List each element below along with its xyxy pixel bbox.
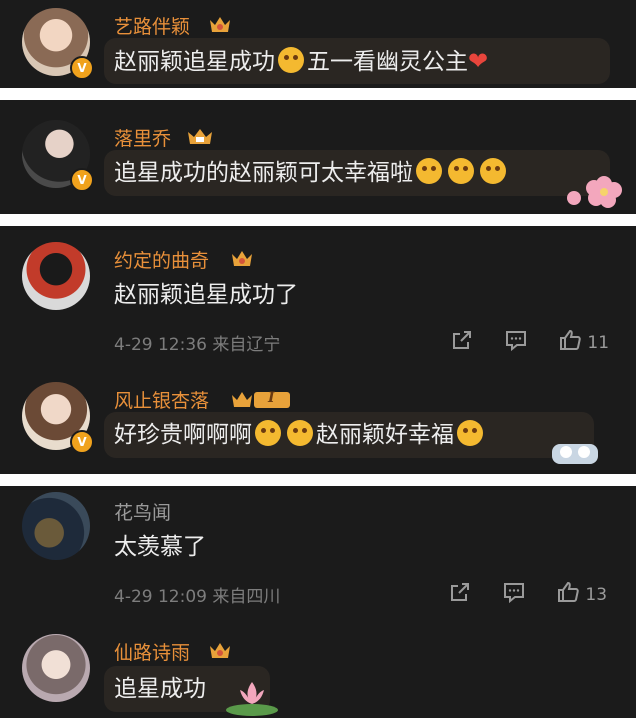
like-count: 13 [585,585,608,605]
comment-text-part: 好珍贵啊啊啊 [114,422,252,448]
sticker-decoration [552,444,598,464]
comment-panel-2: V 落里乔 追星成功的赵丽颖可太幸福啦 [0,100,636,214]
comment-text[interactable]: 赵丽颖追星成功了 [114,280,298,310]
username[interactable]: 花鸟闻 [114,498,171,525]
level-badge: I [268,390,275,406]
avatar[interactable] [22,634,90,702]
username[interactable]: 约定的曲奇 [114,246,209,273]
comment-text-part: 追星成功的赵丽颖可太幸福啦 [114,160,413,186]
like-count: 11 [587,333,610,353]
like-button[interactable]: 11 [558,328,609,353]
like-button[interactable]: 13 [556,580,607,605]
avatar[interactable] [22,492,90,560]
smiley-emoji [480,158,506,184]
comment-icon [506,331,526,352]
verified-icon: V [70,430,94,454]
share-button[interactable] [448,580,472,605]
avatar[interactable] [22,242,90,310]
crown-icon [232,251,252,266]
share-icon [453,331,471,349]
like-icon [560,329,581,350]
comment-icon [504,583,524,604]
heart-emoji: ❤ [468,47,489,75]
smiley-emoji [457,420,483,446]
comment-text[interactable]: 太羡慕了 [114,532,206,562]
username[interactable]: 仙路诗雨 [114,638,190,665]
smiley-emoji [255,420,281,446]
share-icon [451,583,469,601]
comment-button[interactable] [504,328,528,353]
flower-decoration [226,682,278,716]
comment-text-part: 赵丽颖追星成功 [114,49,275,75]
like-icon [558,581,579,602]
divider [0,88,640,100]
comment-button[interactable] [502,580,526,605]
comment-meta: 4-29 12:36 来自辽宁 [114,335,281,355]
divider [0,214,640,226]
smiley-emoji [278,47,304,73]
verified-icon: V [70,56,94,80]
comment-panel-1: V 艺路伴颖 赵丽颖追星成功 五一看幽灵公主❤ [0,0,636,88]
comment-text[interactable]: 追星成功的赵丽颖可太幸福啦 [114,158,509,188]
crown-icon [188,129,212,144]
crown-icon [210,17,230,32]
crown-icon [210,643,230,658]
comment-panel-3: 约定的曲奇 赵丽颖追星成功了 4-29 12:36 来自辽宁 11 V 风止银杏… [0,226,636,474]
comment-text[interactable]: 追星成功 [114,674,206,704]
username[interactable]: 风止银杏落 [114,386,209,413]
crown-icon [232,392,290,408]
comment-text[interactable]: 好珍贵啊啊啊 赵丽颖好幸福 [114,420,486,450]
username[interactable]: 艺路伴颖 [114,12,190,39]
comment-meta: 4-29 12:09 来自四川 [114,587,281,607]
flower-decoration [567,176,622,208]
smiley-emoji [416,158,442,184]
verified-icon: V [70,168,94,192]
divider [0,474,640,486]
smiley-emoji [287,420,313,446]
comment-text[interactable]: 赵丽颖追星成功 五一看幽灵公主❤ [114,46,488,77]
smiley-emoji [448,158,474,184]
share-button[interactable] [450,328,474,353]
comment-text-part: 五一看幽灵公主 [307,49,468,75]
comment-panel-4: 花鸟闻 太羡慕了 4-29 12:09 来自四川 13 仙路诗雨 追星成功 [0,486,636,718]
comment-text-part: 赵丽颖好幸福 [316,422,454,448]
username[interactable]: 落里乔 [114,124,171,151]
